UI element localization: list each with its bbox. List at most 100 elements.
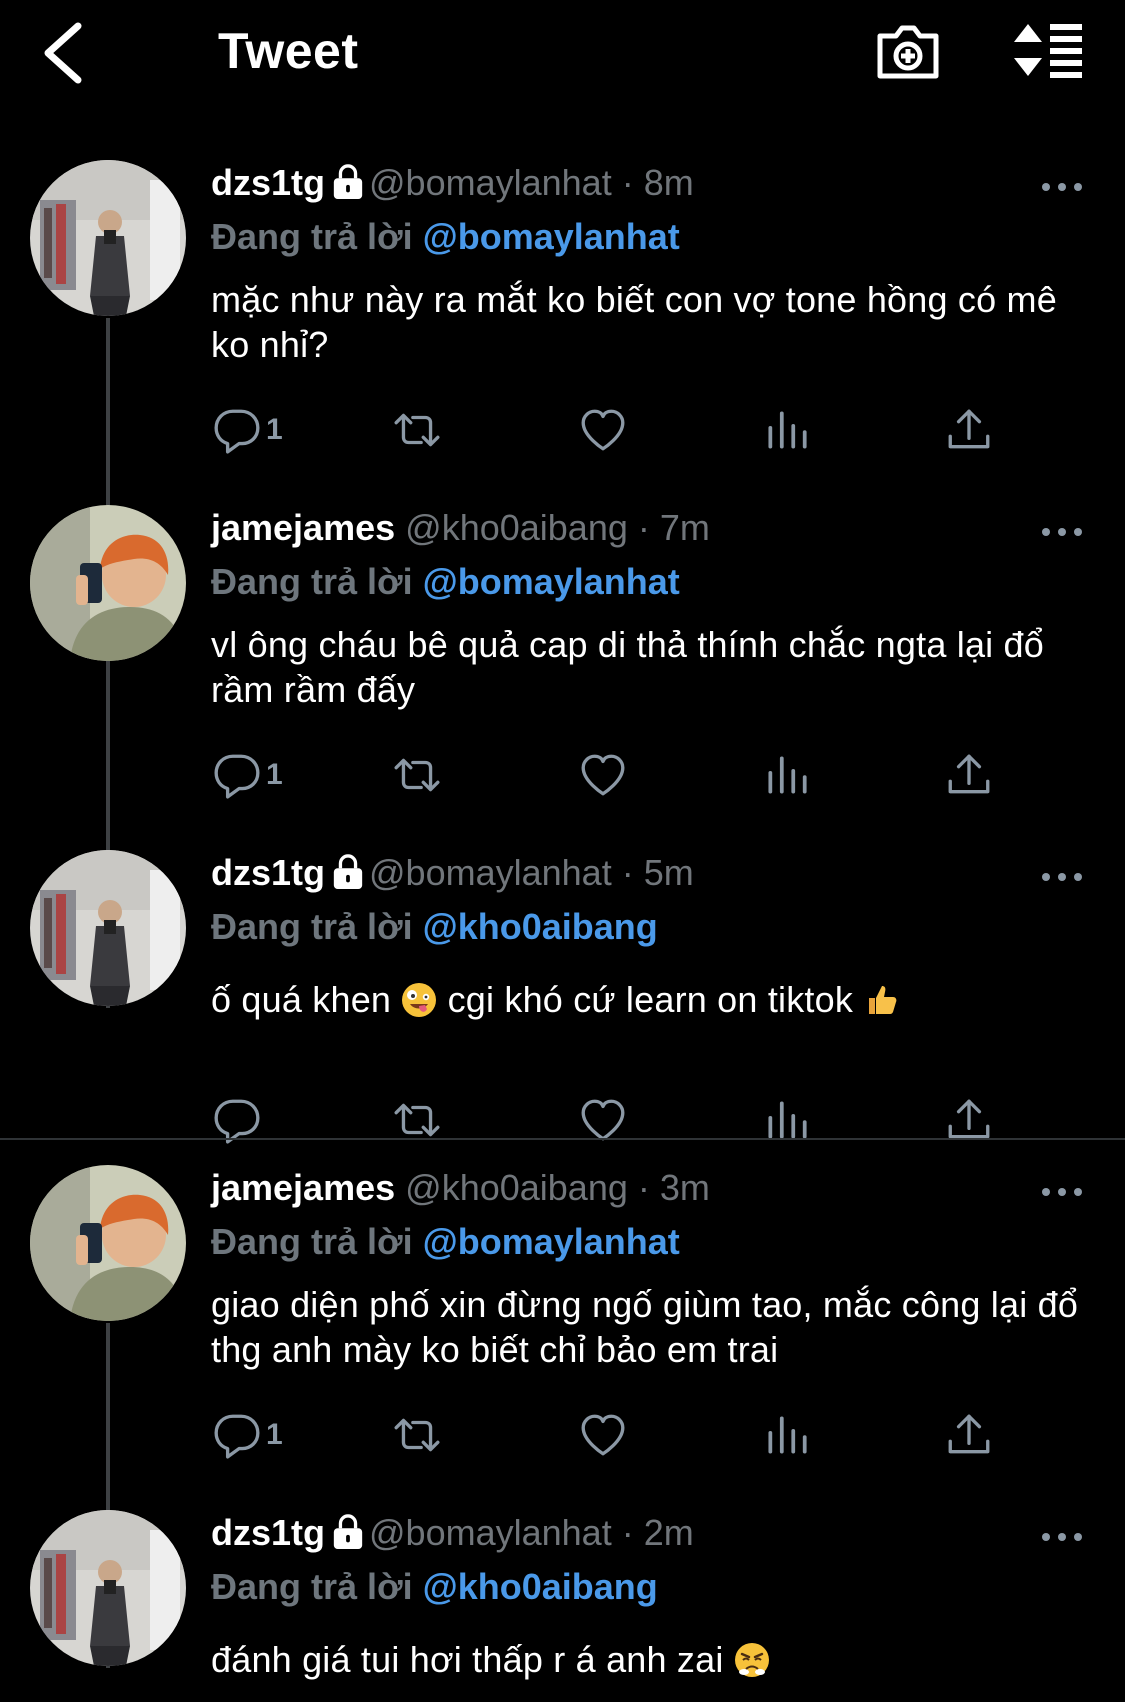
user-handle[interactable]: @kho0aibang bbox=[405, 507, 628, 548]
reply-mention-link[interactable]: @kho0aibang bbox=[423, 906, 658, 947]
like-button[interactable] bbox=[578, 1405, 628, 1465]
lock-icon bbox=[331, 1513, 365, 1551]
share-icon bbox=[944, 405, 994, 455]
user-handle[interactable]: @kho0aibang bbox=[405, 1167, 628, 1208]
tweet-header: dzs1tg @bomaylanhat · 2m bbox=[211, 1512, 694, 1553]
timestamp: 3m bbox=[659, 1167, 710, 1208]
timestamp: 7m bbox=[659, 507, 710, 548]
analytics-button[interactable] bbox=[762, 1405, 812, 1465]
share-button[interactable] bbox=[944, 745, 994, 805]
tweet-header: dzs1tg @bomaylanhat · 5m bbox=[211, 852, 694, 893]
share-button[interactable] bbox=[944, 1090, 994, 1150]
reply-icon bbox=[212, 405, 262, 455]
replying-to: Đang trả lời @kho0aibang bbox=[211, 906, 658, 947]
page-title: Tweet bbox=[218, 23, 359, 79]
steam-nose-emoji bbox=[734, 1642, 770, 1678]
share-button[interactable] bbox=[944, 400, 994, 460]
user-handle[interactable]: @bomaylanhat bbox=[369, 1512, 612, 1553]
avatar[interactable] bbox=[30, 505, 186, 661]
reply-mention-link[interactable]: @bomaylanhat bbox=[423, 1221, 680, 1262]
share-icon bbox=[944, 750, 994, 800]
zany-face-emoji bbox=[401, 982, 437, 1018]
retweet-button[interactable] bbox=[392, 1090, 442, 1150]
like-button[interactable] bbox=[578, 745, 628, 805]
retweet-button[interactable] bbox=[392, 400, 442, 460]
retweet-icon bbox=[392, 1410, 442, 1460]
retweet-icon bbox=[392, 405, 442, 455]
heart-icon bbox=[578, 1410, 628, 1460]
reply-count: 1 bbox=[266, 413, 283, 446]
reply-button[interactable] bbox=[212, 1090, 266, 1150]
tweet-text: mặc như này ra mắt ko biết con vợ tone h… bbox=[211, 279, 1057, 365]
replying-to: Đang trả lời @kho0aibang bbox=[211, 1566, 658, 1607]
camera-plus-icon[interactable] bbox=[870, 14, 946, 90]
display-name[interactable]: jamejames bbox=[211, 1167, 395, 1208]
display-name[interactable]: dzs1tg bbox=[211, 162, 325, 203]
analytics-button[interactable] bbox=[762, 1090, 812, 1150]
retweet-button[interactable] bbox=[392, 745, 442, 805]
retweet-button[interactable] bbox=[392, 1405, 442, 1465]
timestamp: 5m bbox=[643, 852, 694, 893]
thumbs-up-emoji bbox=[863, 982, 899, 1018]
replying-to: Đang trả lời @bomaylanhat bbox=[211, 216, 680, 257]
display-name[interactable]: dzs1tg bbox=[211, 852, 325, 893]
reply-mention-link[interactable]: @bomaylanhat bbox=[423, 216, 680, 257]
reply-count: 1 bbox=[266, 1418, 283, 1451]
heart-icon bbox=[578, 750, 628, 800]
avatar[interactable] bbox=[30, 850, 186, 1006]
tweet-actions bbox=[0, 1090, 1125, 1150]
more-options-icon[interactable] bbox=[1040, 1182, 1084, 1202]
share-button[interactable] bbox=[944, 1405, 994, 1465]
like-button[interactable] bbox=[578, 400, 628, 460]
divider bbox=[0, 1138, 1125, 1140]
timestamp: 2m bbox=[643, 1512, 694, 1553]
reply-icon bbox=[212, 750, 262, 800]
analytics-icon bbox=[762, 405, 812, 455]
reply-mention-link[interactable]: @bomaylanhat bbox=[423, 561, 680, 602]
replying-to: Đang trả lời @bomaylanhat bbox=[211, 561, 680, 602]
tweet-text: ố quá khen cgi khó cứ learn on tiktok bbox=[211, 977, 1091, 1022]
tweet-text: đánh giá tui hơi thấp r á anh zai bbox=[211, 1637, 1091, 1682]
display-name[interactable]: jamejames bbox=[211, 507, 395, 548]
replying-to: Đang trả lời @bomaylanhat bbox=[211, 1221, 680, 1262]
reply-icon bbox=[212, 1410, 262, 1460]
avatar[interactable] bbox=[30, 160, 186, 316]
sort-replies-icon[interactable] bbox=[1010, 14, 1086, 90]
retweet-icon bbox=[392, 750, 442, 800]
tweet-header: dzs1tg @bomaylanhat · 8m bbox=[211, 162, 694, 203]
tweet-text: vl ông cháu bê quả cap di thả thính chắc… bbox=[211, 624, 1045, 710]
top-bar: Tweet bbox=[0, 0, 1125, 110]
tweet-actions: 1 bbox=[0, 1405, 1125, 1465]
analytics-icon bbox=[762, 750, 812, 800]
more-options-icon[interactable] bbox=[1040, 867, 1084, 887]
lock-icon bbox=[331, 163, 365, 201]
avatar[interactable] bbox=[30, 1510, 186, 1666]
back-arrow-icon[interactable] bbox=[36, 18, 96, 88]
tweet-actions: 1 bbox=[0, 400, 1125, 460]
more-options-icon[interactable] bbox=[1040, 177, 1084, 197]
tweet-text: giao diện phố xin đừng ngố giùm tao, mắc… bbox=[211, 1284, 1079, 1370]
reply-mention-link[interactable]: @kho0aibang bbox=[423, 1566, 658, 1607]
analytics-icon bbox=[762, 1410, 812, 1460]
avatar[interactable] bbox=[30, 1165, 186, 1321]
analytics-button[interactable] bbox=[762, 745, 812, 805]
share-icon bbox=[944, 1410, 994, 1460]
analytics-button[interactable] bbox=[762, 400, 812, 460]
more-options-icon[interactable] bbox=[1040, 522, 1084, 542]
reply-button[interactable]: 1 bbox=[212, 1405, 283, 1465]
reply-count: 1 bbox=[266, 758, 283, 791]
thread-line bbox=[106, 465, 110, 505]
tweet-header: jamejames @kho0aibang · 3m bbox=[211, 1167, 710, 1208]
user-handle[interactable]: @bomaylanhat bbox=[369, 852, 612, 893]
display-name[interactable]: dzs1tg bbox=[211, 1512, 325, 1553]
reply-button[interactable]: 1 bbox=[212, 745, 283, 805]
reply-button[interactable]: 1 bbox=[212, 400, 283, 460]
user-handle[interactable]: @bomaylanhat bbox=[369, 162, 612, 203]
like-button[interactable] bbox=[578, 1090, 628, 1150]
tweet-header: jamejames @kho0aibang · 7m bbox=[211, 507, 710, 548]
lock-icon bbox=[331, 853, 365, 891]
timestamp: 8m bbox=[643, 162, 694, 203]
tweet-actions: 1 bbox=[0, 745, 1125, 805]
more-options-icon[interactable] bbox=[1040, 1527, 1084, 1547]
heart-icon bbox=[578, 405, 628, 455]
